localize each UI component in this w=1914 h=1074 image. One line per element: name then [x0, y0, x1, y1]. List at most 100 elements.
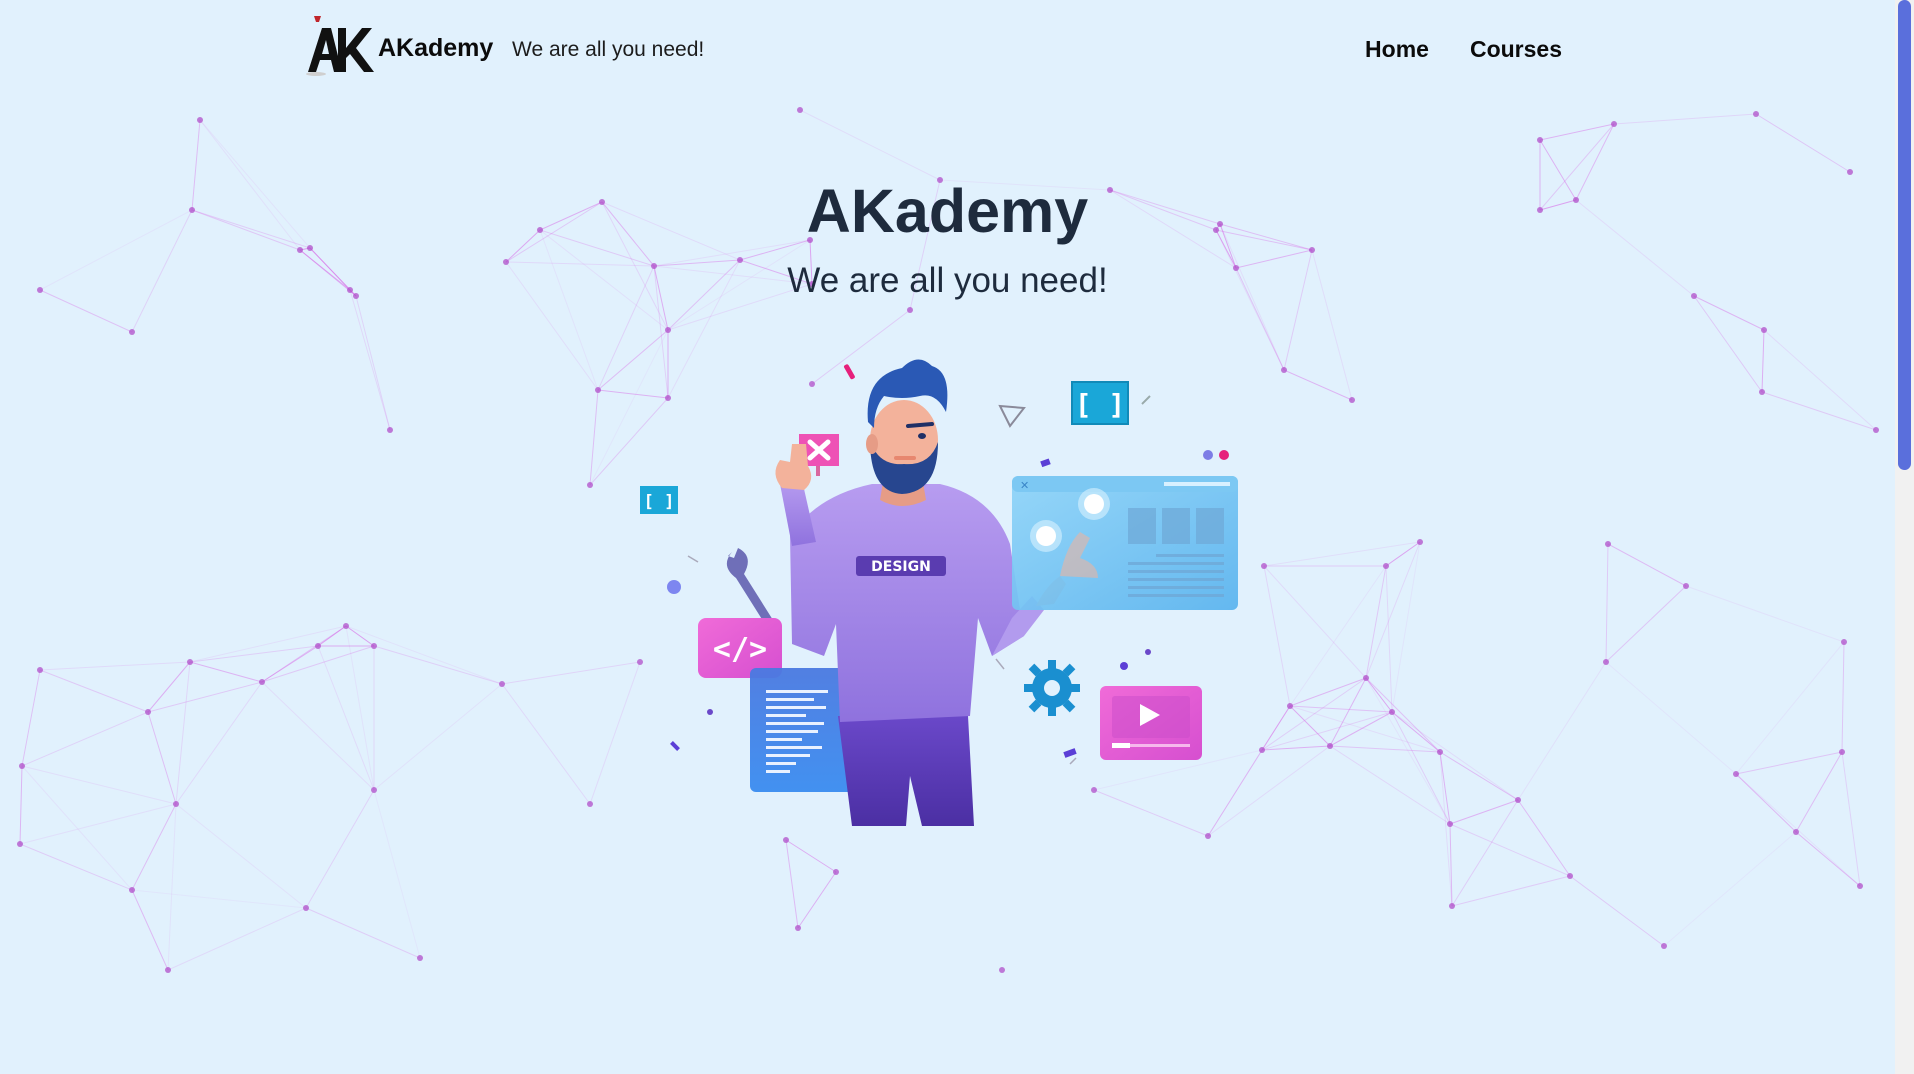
network-line — [317, 645, 375, 791]
page-scrollbar[interactable] — [1895, 0, 1914, 1074]
network-node — [417, 955, 423, 961]
network-line — [1755, 113, 1851, 173]
navbar: AKademy We are all you need! Home Course… — [0, 0, 1895, 104]
network-line — [799, 109, 941, 181]
network-node — [1327, 743, 1333, 749]
network-node — [173, 801, 179, 807]
network-node — [1567, 873, 1573, 879]
network-line — [1289, 677, 1367, 707]
nav-link-home[interactable]: Home — [1365, 36, 1429, 63]
network-line — [1385, 565, 1393, 713]
network-line — [305, 789, 375, 909]
network-line — [21, 669, 41, 767]
network-line — [1439, 751, 1519, 801]
svg-text:[ ]: [ ] — [1075, 388, 1126, 421]
network-line — [1693, 295, 1765, 331]
network-line — [1795, 751, 1843, 833]
hero-illustration: [ ] [ ] </> DESIGN ✕ — [640, 359, 1238, 826]
network-line — [1761, 391, 1877, 431]
network-node — [371, 787, 377, 793]
network-node — [1733, 771, 1739, 777]
shirt-label: DESIGN — [871, 559, 931, 575]
network-node — [797, 107, 803, 113]
network-line — [589, 661, 641, 805]
network-line — [1605, 661, 1737, 775]
network-line — [189, 645, 319, 663]
network-line — [1517, 661, 1607, 801]
network-node — [1793, 829, 1799, 835]
network-node — [1281, 367, 1287, 373]
network-line — [1451, 799, 1519, 907]
network-node — [1389, 709, 1395, 715]
network-node — [1447, 821, 1453, 827]
network-node — [1515, 797, 1521, 803]
network-node — [19, 763, 25, 769]
network-node — [129, 887, 135, 893]
network-line — [355, 295, 391, 431]
network-node — [1873, 427, 1879, 433]
network-line — [1569, 875, 1665, 947]
network-node — [1205, 833, 1211, 839]
network-line — [345, 625, 503, 685]
network-line — [261, 681, 375, 791]
network-line — [349, 289, 391, 431]
network-line — [131, 803, 177, 891]
network-line — [1329, 745, 1451, 825]
network-line — [19, 803, 177, 845]
network-node — [37, 667, 43, 673]
network-node — [1259, 747, 1265, 753]
network-node — [197, 117, 203, 123]
network-node — [1363, 675, 1369, 681]
network-node — [587, 801, 593, 807]
network-line — [1283, 369, 1353, 401]
brand-tagline: We are all you need! — [512, 38, 705, 61]
network-node — [907, 307, 913, 313]
brackets-small-icon: [ ] — [640, 486, 678, 514]
network-line — [1449, 799, 1519, 825]
brand-link[interactable]: AKademy — [304, 14, 493, 76]
network-line — [189, 661, 263, 683]
network-line — [1735, 641, 1845, 775]
hero-subtitle: We are all you need! — [787, 261, 1108, 300]
play-icon — [1100, 686, 1202, 760]
network-node — [1761, 327, 1767, 333]
scrollbar-thumb[interactable] — [1898, 0, 1911, 470]
network-line — [345, 625, 375, 647]
network-line — [175, 661, 191, 805]
nav-link-courses[interactable]: Courses — [1470, 36, 1562, 63]
network-node — [1605, 541, 1611, 547]
triangle-outline — [998, 404, 1026, 428]
network-node — [315, 643, 321, 649]
network-line — [39, 661, 191, 671]
network-line — [175, 681, 263, 805]
network-line — [1763, 329, 1877, 431]
network-node — [1261, 563, 1267, 569]
network-line — [147, 711, 177, 805]
network-line — [373, 789, 421, 959]
gear-icon — [1024, 660, 1080, 716]
network-node — [187, 659, 193, 665]
akademy-logo-icon — [306, 16, 374, 76]
network-line — [785, 839, 799, 929]
svg-text:[ ]: [ ] — [644, 492, 675, 512]
network-line — [1841, 641, 1845, 753]
svg-text:</>: </> — [713, 632, 767, 667]
network-node — [1683, 583, 1689, 589]
network-line — [1841, 751, 1861, 887]
network-node — [1753, 111, 1759, 117]
network-line — [1263, 565, 1367, 679]
network-node — [999, 967, 1005, 973]
network-node — [307, 245, 313, 251]
network-line — [501, 683, 591, 805]
network-line — [21, 765, 177, 805]
network-node — [1309, 247, 1315, 253]
network-line — [1391, 541, 1421, 713]
network-line — [1263, 541, 1421, 567]
network-node — [587, 482, 593, 488]
network-node — [665, 327, 671, 333]
network-line — [131, 889, 307, 909]
network-node — [1449, 903, 1455, 909]
network-node — [1417, 539, 1423, 545]
network-line — [1365, 541, 1421, 679]
network-node — [1383, 563, 1389, 569]
